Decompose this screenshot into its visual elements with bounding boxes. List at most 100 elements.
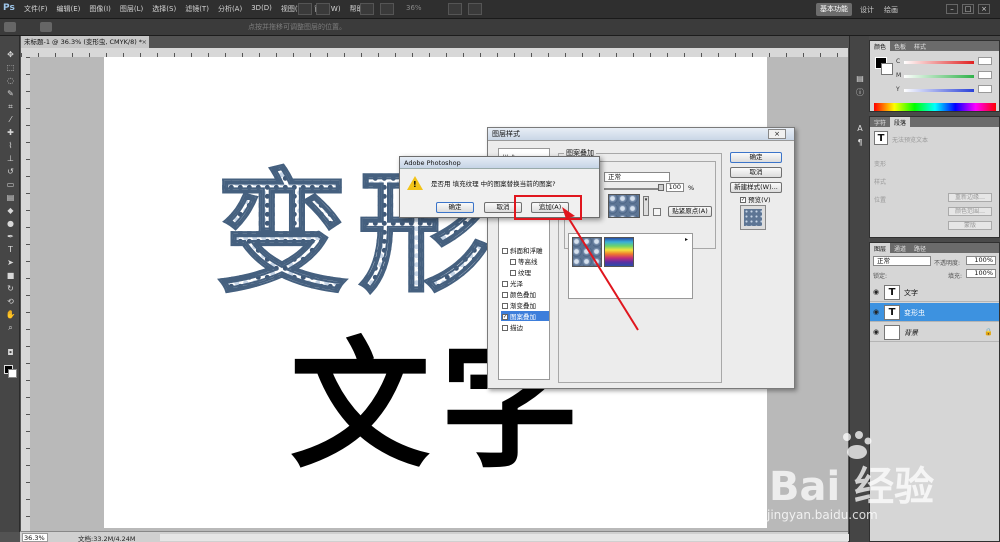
- visibility-eye-icon[interactable]: ◉: [873, 288, 879, 296]
- document-tab[interactable]: 未标题-1 @ 36.3% (变形虫, CMYK/8) * ×: [21, 36, 149, 48]
- auto-select-checkbox[interactable]: [40, 22, 52, 32]
- 3d-rotate-tool-icon[interactable]: ↻: [5, 284, 16, 293]
- panel-background-swatch[interactable]: [881, 63, 893, 75]
- menu-filter[interactable]: 滤镜(T): [185, 4, 209, 14]
- yellow-slider[interactable]: Y: [896, 85, 992, 94]
- info-panel-icon[interactable]: ⓘ: [855, 88, 865, 98]
- history-brush-tool-icon[interactable]: ↺: [5, 167, 16, 176]
- refine-edge-button[interactable]: 重新边缘…: [948, 193, 992, 202]
- pattern-dropdown-arrow[interactable]: ▾: [643, 196, 649, 216]
- type-tool-icon[interactable]: T: [5, 245, 16, 254]
- checkbox[interactable]: [502, 303, 508, 309]
- mask-button[interactable]: 蒙版: [948, 221, 992, 230]
- cyan-slider[interactable]: C: [896, 57, 992, 66]
- style-item-gradient-overlay[interactable]: 渐变叠加: [502, 300, 536, 310]
- gradient-tool-icon[interactable]: ▤: [5, 193, 16, 202]
- layer-row-amoeba[interactable]: ◉ T 变形虫: [870, 303, 999, 322]
- visibility-eye-icon[interactable]: ◉: [873, 308, 879, 316]
- move-tool-icon[interactable]: [4, 22, 16, 32]
- opacity-slider-handle[interactable]: [658, 184, 664, 191]
- checkbox[interactable]: [502, 281, 508, 287]
- color-range-button[interactable]: 颜色范围…: [948, 207, 992, 216]
- preview-check-icon[interactable]: ✓: [740, 197, 746, 203]
- yellow-track[interactable]: [904, 89, 974, 92]
- character-panel-icon[interactable]: A: [855, 124, 865, 134]
- style-item-contour[interactable]: 等高线: [510, 256, 538, 266]
- menu-select[interactable]: 选择(S): [152, 4, 176, 14]
- arrange-documents-icon[interactable]: [448, 3, 462, 15]
- zoom-level[interactable]: 36%: [406, 4, 422, 12]
- snap-to-origin-button[interactable]: 贴紧原点(A): [668, 206, 712, 217]
- tab-layers[interactable]: 图层: [870, 243, 891, 253]
- bridge-icon[interactable]: [298, 3, 312, 15]
- screen-mode-icon[interactable]: [468, 3, 482, 15]
- quick-select-tool-icon[interactable]: ✎: [5, 89, 16, 98]
- close-tab-icon[interactable]: ×: [142, 36, 147, 48]
- layer-row-text[interactable]: ◉ T 文字: [870, 283, 999, 302]
- visibility-eye-icon[interactable]: ◉: [873, 328, 879, 336]
- yellow-value[interactable]: [978, 85, 992, 93]
- style-item-stroke[interactable]: 描边: [502, 322, 523, 332]
- menu-file[interactable]: 文件(F): [24, 4, 48, 14]
- history-panel-icon[interactable]: ▤: [855, 74, 865, 84]
- checkbox[interactable]: [510, 270, 516, 276]
- style-cancel-button[interactable]: 取消: [730, 167, 782, 178]
- eraser-tool-icon[interactable]: ▭: [5, 180, 16, 189]
- horizontal-scrollbar[interactable]: [160, 534, 850, 541]
- picker-menu-arrow-icon[interactable]: ▸: [685, 236, 688, 243]
- hand-tool-icon[interactable]: ✋: [5, 310, 16, 319]
- menu-3d[interactable]: 3D(D): [251, 4, 272, 14]
- fill-field[interactable]: 100%: [966, 269, 996, 278]
- new-style-button[interactable]: 新建样式(W)...: [730, 182, 782, 193]
- tab-styles[interactable]: 样式: [910, 41, 930, 51]
- pattern-blend-mode-select[interactable]: 正常: [604, 172, 670, 182]
- pattern-swatch[interactable]: [608, 194, 640, 218]
- menu-image[interactable]: 图像(I): [89, 4, 111, 14]
- blend-mode-select[interactable]: 正常: [873, 256, 931, 266]
- tab-channels[interactable]: 通道: [890, 243, 910, 253]
- layer-style-close-button[interactable]: ×: [768, 129, 786, 139]
- status-zoom-field[interactable]: 36.3%: [22, 533, 48, 542]
- magenta-value[interactable]: [978, 71, 992, 79]
- marquee-tool-icon[interactable]: ⬚: [5, 63, 16, 72]
- style-item-color-overlay[interactable]: 颜色叠加: [502, 289, 536, 299]
- blur-tool-icon[interactable]: ◆: [5, 206, 16, 215]
- hand-tool-icon[interactable]: [360, 3, 374, 15]
- zoom-tool-icon[interactable]: ⌕: [5, 323, 16, 332]
- checkbox[interactable]: [502, 325, 508, 331]
- workspace-painting-link[interactable]: 绘画: [884, 5, 898, 15]
- magenta-track[interactable]: [904, 75, 974, 78]
- checked-checkbox[interactable]: ✓: [502, 314, 508, 320]
- paragraph-panel-icon[interactable]: ¶: [855, 138, 865, 148]
- magenta-slider[interactable]: M: [896, 71, 992, 80]
- cyan-value[interactable]: [978, 57, 992, 65]
- pen-tool-icon[interactable]: ✒: [5, 232, 16, 241]
- layer-row-background[interactable]: ◉ 背景 🔒: [870, 323, 999, 342]
- style-item-texture[interactable]: 纹理: [510, 267, 531, 277]
- healing-brush-tool-icon[interactable]: ✚: [5, 128, 16, 137]
- path-selection-tool-icon[interactable]: ➤: [5, 258, 16, 267]
- checkbox[interactable]: [502, 292, 508, 298]
- pattern-opacity-field[interactable]: 100: [666, 183, 684, 192]
- shape-tool-icon[interactable]: ■: [5, 271, 16, 280]
- eyedropper-tool-icon[interactable]: ⁄: [5, 115, 16, 124]
- style-item-bevel[interactable]: 斜面和浮雕: [502, 245, 543, 255]
- tab-color[interactable]: 颜色: [870, 41, 891, 51]
- menu-analysis[interactable]: 分析(A): [218, 4, 242, 14]
- restore-button[interactable]: □: [962, 4, 974, 14]
- opacity-slider[interactable]: [604, 188, 662, 190]
- style-item-satin[interactable]: 光泽: [502, 278, 523, 288]
- cyan-track[interactable]: [904, 61, 974, 64]
- dodge-tool-icon[interactable]: ●: [5, 219, 16, 228]
- pattern-option-bubbles[interactable]: [572, 237, 602, 267]
- menu-edit[interactable]: 编辑(E): [57, 4, 81, 14]
- style-ok-button[interactable]: 确定: [730, 152, 782, 163]
- zoom-tool-icon[interactable]: [380, 3, 394, 15]
- style-item-pattern-overlay[interactable]: ✓ 图案叠加: [501, 311, 549, 321]
- tab-character[interactable]: 字符: [870, 117, 890, 127]
- tab-swatches[interactable]: 色板: [890, 41, 910, 51]
- background-color-swatch[interactable]: [8, 369, 17, 378]
- close-window-button[interactable]: ×: [978, 4, 990, 14]
- pattern-option-rainbow[interactable]: [604, 237, 634, 267]
- color-spectrum-bar[interactable]: [874, 103, 996, 111]
